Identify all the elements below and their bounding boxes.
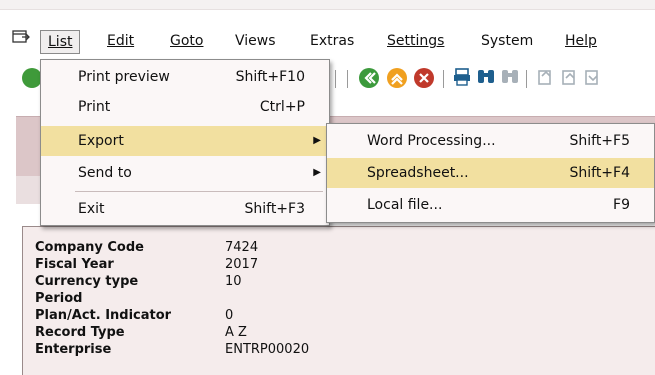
find-next-icon[interactable] <box>500 67 520 92</box>
report-details-area: Company Code 7424 Fiscal Year 2017 Curre… <box>22 226 655 375</box>
print-icon[interactable] <box>452 67 472 92</box>
menu-goto[interactable]: Goto <box>170 29 203 53</box>
menu-settings[interactable]: Settings <box>387 29 444 53</box>
first-page-icon[interactable] <box>536 67 556 92</box>
menu-extras[interactable]: Extras <box>310 29 354 53</box>
menu-item-spreadsheet[interactable]: Spreadsheet... Shift+F4 <box>327 158 654 188</box>
menu-help[interactable]: Help <box>565 29 597 53</box>
menu-item-exit[interactable]: Exit Shift+F3 <box>41 194 329 224</box>
cancel-icon[interactable] <box>414 68 434 88</box>
field-value: 7424 <box>225 240 259 255</box>
submenu-arrow-icon: ▶ <box>313 167 321 178</box>
toolbar-separator <box>443 70 444 88</box>
field-label: Company Code <box>35 240 144 255</box>
find-icon[interactable] <box>476 67 496 92</box>
menu-views[interactable]: Views <box>235 29 276 53</box>
next-page-icon[interactable] <box>583 67 603 92</box>
menu-separator <box>75 191 323 192</box>
field-value: A Z <box>225 325 247 340</box>
window-top-strip <box>0 0 655 10</box>
field-label: Record Type <box>35 325 125 340</box>
screen-menu-icon[interactable] <box>12 29 30 47</box>
menu-item-local-file[interactable]: Local file... F9 <box>327 190 654 220</box>
toolbar-separator <box>335 70 336 88</box>
toolbar-separator <box>526 70 527 88</box>
field-label: Period <box>35 291 83 306</box>
previous-page-icon[interactable] <box>560 67 580 92</box>
field-label: Fiscal Year <box>35 257 114 272</box>
menu-item-word-processing[interactable]: Word Processing... Shift+F5 <box>327 126 654 156</box>
menu-system[interactable]: System <box>481 29 533 53</box>
menu-item-send-to[interactable]: Send to ▶ <box>41 158 329 188</box>
exit-icon[interactable] <box>387 68 407 88</box>
enter-icon[interactable] <box>22 68 42 88</box>
menu-item-print-preview[interactable]: Print preview Shift+F10 <box>41 62 329 92</box>
field-label: Plan/Act. Indicator <box>35 308 172 323</box>
back-icon[interactable] <box>359 68 379 88</box>
field-value: 2017 <box>225 257 259 272</box>
menu-list[interactable]: List <box>40 30 81 54</box>
field-value: 0 <box>225 308 234 323</box>
submenu-arrow-icon: ▶ <box>313 135 321 146</box>
list-dropdown-menu: Print preview Shift+F10 Print Ctrl+P Exp… <box>40 59 330 226</box>
toolbar-separator <box>347 70 348 88</box>
menu-item-print[interactable]: Print Ctrl+P <box>41 92 329 122</box>
field-label: Currency type <box>35 274 139 289</box>
menu-item-export[interactable]: Export ▶ <box>41 126 329 156</box>
field-value: 10 <box>225 274 242 289</box>
menu-bar: List Edit Goto Views Extras Settings Sys… <box>0 26 655 58</box>
field-label: Enterprise <box>35 342 112 357</box>
field-value: ENTRP00020 <box>225 342 310 357</box>
menu-edit[interactable]: Edit <box>107 29 134 53</box>
export-submenu: Word Processing... Shift+F5 Spreadsheet.… <box>326 123 655 223</box>
